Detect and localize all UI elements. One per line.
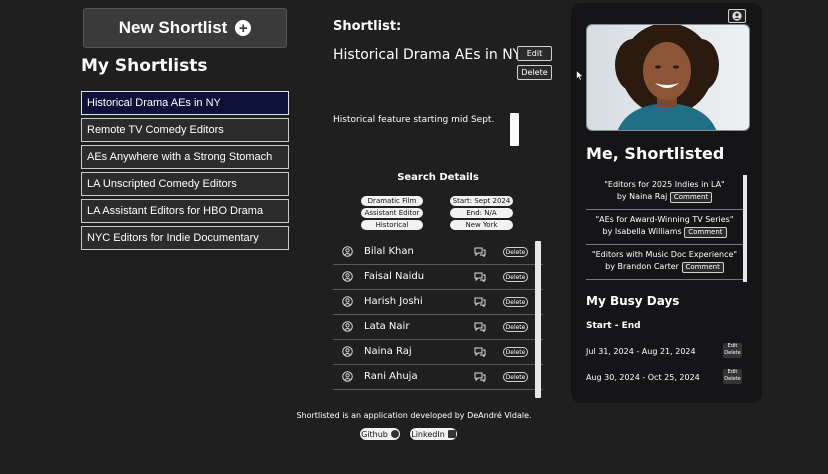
- entry-title: "AEs for Award-Winning TV Series": [595, 215, 734, 224]
- footer-text: Shortlisted is an application developed …: [296, 411, 532, 420]
- result-name: Naina Raj: [364, 346, 412, 357]
- profile-button[interactable]: [728, 9, 746, 23]
- shortlist-item[interactable]: AEs Anywhere with a Strong Stomach: [81, 145, 289, 169]
- start-end-label: Start - End: [586, 321, 641, 331]
- date-edit-button[interactable]: Edit: [723, 369, 742, 376]
- me-shortlisted-title: Me, Shortlisted: [586, 144, 725, 163]
- search-tag: Historical: [361, 220, 423, 230]
- shortlisted-entry: "Editors for 2025 Indies in LA" by Naina…: [586, 175, 743, 210]
- linkedin-label: LinkedIn: [411, 429, 445, 439]
- result-row[interactable]: Bilal Khan Delete: [333, 240, 543, 265]
- comment-button[interactable]: Comment: [681, 262, 724, 273]
- entry-title: "Editors with Music Doc Experience": [591, 250, 738, 259]
- chat-icon[interactable]: [474, 297, 486, 307]
- date-delete-button[interactable]: Delete: [723, 376, 742, 383]
- results-list: Bilal Khan Delete Faisal Naidu Delete Ha…: [333, 240, 543, 397]
- search-tag: Start: Sept 2024: [450, 196, 513, 206]
- delete-button[interactable]: Delete: [517, 65, 552, 80]
- chat-icon[interactable]: [474, 272, 486, 282]
- shortlist-notes: Historical feature starting mid Sept.: [333, 115, 495, 125]
- busy-date: Jul 31, 2024 - Aug 21, 2024: [586, 347, 696, 356]
- entry-author: by Naina Raj: [616, 192, 668, 201]
- chat-icon[interactable]: [474, 247, 486, 257]
- github-label: Github: [361, 429, 388, 439]
- results-scrollbar[interactable]: [535, 241, 541, 398]
- shortlist-title: Historical Drama AEs in NY: [333, 47, 522, 63]
- user-icon: [342, 371, 353, 382]
- new-shortlist-button[interactable]: New Shortlist +: [83, 8, 287, 48]
- user-icon: [342, 321, 353, 332]
- github-link[interactable]: Github: [360, 428, 400, 440]
- shortlist-item[interactable]: NYC Editors for Indie Documentary: [81, 226, 289, 250]
- new-shortlist-label: New Shortlist: [118, 18, 228, 37]
- shortlist-list: Historical Drama AEs in NY Remote TV Com…: [81, 91, 289, 253]
- chat-icon[interactable]: [474, 372, 486, 382]
- cursor-icon: [576, 70, 584, 81]
- busy-days-title: My Busy Days: [586, 294, 680, 308]
- date-actions: Edit Delete: [723, 369, 742, 384]
- result-row[interactable]: Lata Nair Delete: [333, 315, 543, 340]
- chat-icon[interactable]: [474, 347, 486, 357]
- chat-icon[interactable]: [474, 322, 486, 332]
- search-tag: New York: [450, 220, 513, 230]
- search-tag: End: N/A: [450, 208, 513, 218]
- entry-author: by Brandon Carter: [605, 262, 679, 271]
- shortlist-label: Shortlist:: [333, 19, 402, 34]
- profile-panel: Me, Shortlisted "Editors for 2025 Indies…: [571, 3, 762, 403]
- result-name: Harish Joshi: [364, 296, 423, 307]
- result-name: Lata Nair: [364, 321, 410, 332]
- busy-date: Aug 30, 2024 - Oct 25, 2024: [586, 373, 700, 382]
- shortlist-item[interactable]: Remote TV Comedy Editors: [81, 118, 289, 142]
- user-icon: [342, 271, 353, 282]
- row-delete-button[interactable]: Delete: [503, 247, 528, 257]
- result-name: Rani Ahuja: [364, 371, 418, 382]
- notes-scrollbar[interactable]: [510, 113, 519, 146]
- github-icon: [390, 430, 399, 438]
- row-delete-button[interactable]: Delete: [503, 347, 528, 357]
- date-delete-button[interactable]: Delete: [723, 350, 742, 357]
- result-name: Faisal Naidu: [364, 271, 425, 282]
- result-name: Bilal Khan: [364, 246, 414, 257]
- entry-author: by Isabella Williams: [602, 227, 682, 236]
- result-row[interactable]: Harish Joshi Delete: [333, 290, 543, 315]
- shortlisted-by-list: "Editors for 2025 Indies in LA" by Naina…: [586, 175, 747, 282]
- entry-title: "Editors for 2025 Indies in LA": [604, 180, 725, 189]
- user-icon: [342, 296, 353, 307]
- profile-photo: [586, 24, 750, 131]
- shortlist-item[interactable]: Historical Drama AEs in NY: [81, 91, 289, 115]
- shortlisted-entry: "Editors with Music Doc Experience" by B…: [586, 245, 743, 280]
- linkedin-link[interactable]: LinkedIn: [410, 428, 457, 440]
- result-row[interactable]: [333, 390, 543, 397]
- plus-icon: +: [235, 20, 252, 36]
- search-tag: Dramatic Film: [361, 196, 423, 206]
- date-actions: Edit Delete: [723, 343, 742, 358]
- user-icon: [342, 346, 353, 357]
- shortlist-item[interactable]: LA Unscripted Comedy Editors: [81, 172, 289, 196]
- profile-icon: [732, 11, 742, 21]
- edit-button[interactable]: Edit: [517, 46, 552, 61]
- my-shortlists-title: My Shortlists: [81, 56, 208, 76]
- row-delete-button[interactable]: Delete: [503, 372, 528, 382]
- result-row[interactable]: Faisal Naidu Delete: [333, 265, 543, 290]
- comment-button[interactable]: Comment: [669, 192, 713, 203]
- shortlisted-entry: "AEs for Award-Winning TV Series" by Isa…: [586, 210, 743, 245]
- row-delete-button[interactable]: Delete: [503, 297, 528, 307]
- row-delete-button[interactable]: Delete: [503, 272, 528, 282]
- search-tag: Assistant Editor: [361, 208, 423, 218]
- comment-button[interactable]: Comment: [684, 227, 727, 238]
- linkedin-icon: [447, 430, 456, 438]
- date-edit-button[interactable]: Edit: [723, 343, 742, 350]
- result-row[interactable]: Rani Ahuja Delete: [333, 365, 543, 390]
- user-icon: [342, 246, 353, 257]
- shortlist-item[interactable]: LA Assistant Editors for HBO Drama: [81, 199, 289, 223]
- search-details-title: Search Details: [397, 172, 479, 183]
- row-delete-button[interactable]: Delete: [503, 322, 528, 332]
- result-row[interactable]: Naina Raj Delete: [333, 340, 543, 365]
